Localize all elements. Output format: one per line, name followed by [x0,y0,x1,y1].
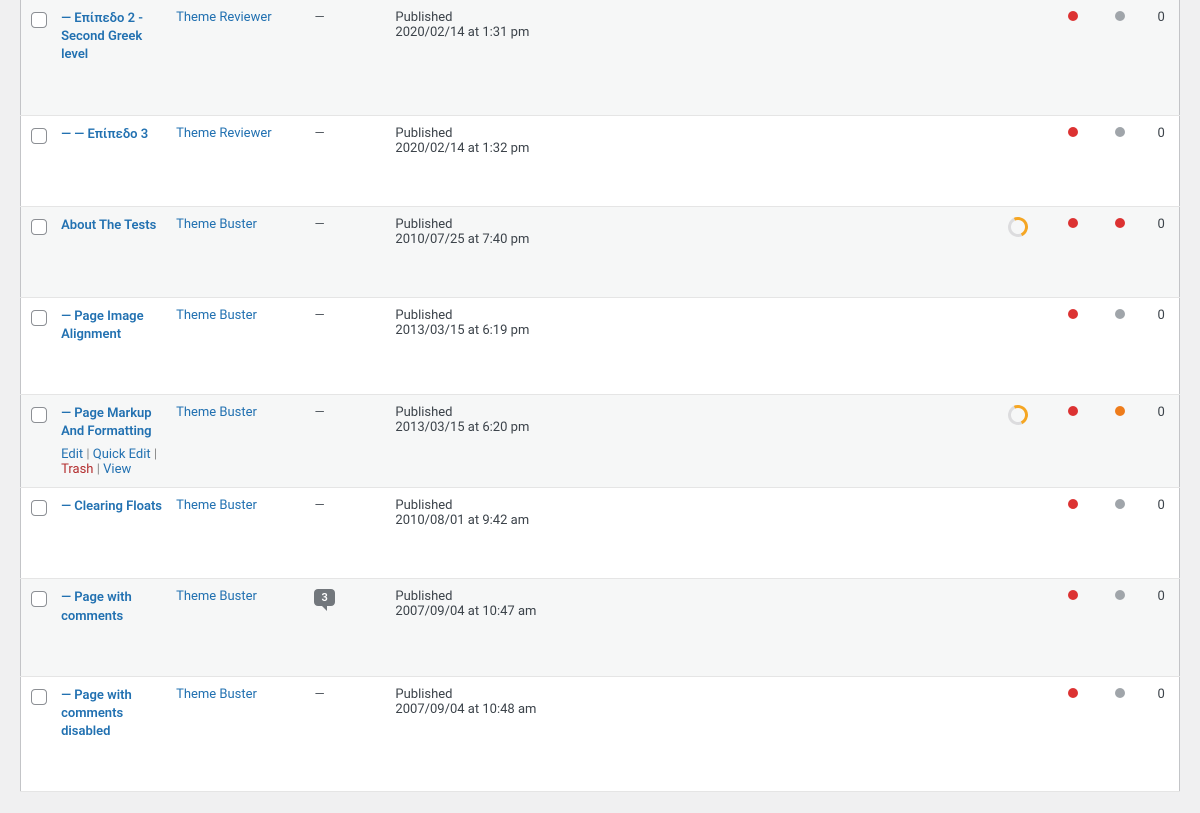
row-checkbox[interactable] [31,500,47,516]
author-link[interactable]: Theme Buster [176,405,257,420]
comments-none: — [314,126,324,141]
page-title-link[interactable]: About The Tests [61,217,156,235]
seo-indicator-icon [1068,11,1078,21]
author-link[interactable]: Theme Buster [176,498,257,513]
row-checkbox[interactable] [31,591,47,607]
page-title-link[interactable]: — Page with comments disabled [61,687,164,742]
links-count: 0 [1157,589,1164,604]
author-link[interactable]: Theme Reviewer [176,126,272,141]
seo-indicator-icon [1068,688,1078,698]
post-date: 2010/07/25 at 7:40 pm [395,232,979,247]
view-link[interactable]: View [103,462,131,477]
links-count: 0 [1157,217,1164,232]
seo-score-ring-icon [1005,214,1031,240]
links-count: 0 [1157,405,1164,420]
page-title-link[interactable]: — — Επίπεδο 3 [61,126,148,144]
post-status: Published [395,217,979,232]
comments-none: — [314,217,324,232]
row-checkbox[interactable] [31,219,47,235]
author-link[interactable]: Theme Buster [176,217,257,232]
page-title-link[interactable]: — Page Image Alignment [61,308,164,344]
post-date: 2007/09/04 at 10:48 am [395,702,979,717]
comments-none: — [314,498,324,513]
row-checkbox[interactable] [31,689,47,705]
trash-link[interactable]: Trash [61,462,93,477]
author-link[interactable]: Theme Buster [176,589,257,604]
comment-count-bubble[interactable]: 3 [314,589,334,606]
readability-indicator-icon [1115,309,1125,319]
page-title-link[interactable]: — Clearing Floats [61,498,162,516]
row-checkbox[interactable] [31,128,47,144]
table-row: — Page Image Alignment Theme Buster — Publi… [21,297,1180,394]
post-date: 2013/03/15 at 6:19 pm [395,323,979,338]
table-row: — Page Markup And Formatting Edit | Quick… [21,394,1180,487]
row-actions: Edit | Quick Edit | Trash | View [61,447,164,477]
links-count: 0 [1157,687,1164,702]
table-row: — Page with comments disabled Theme Buste… [21,676,1180,792]
seo-indicator-icon [1068,309,1078,319]
author-link[interactable]: Theme Buster [176,308,257,323]
pages-table: — Επίπεδο 2 - Second Greek level Theme Re… [20,0,1180,792]
readability-indicator-icon [1115,127,1125,137]
readability-indicator-icon [1115,590,1125,600]
author-link[interactable]: Theme Buster [176,687,257,702]
post-date: 2013/03/15 at 6:20 pm [395,420,979,435]
readability-indicator-icon [1115,406,1125,416]
post-date: 2020/02/14 at 1:31 pm [395,25,979,40]
seo-score-ring-icon [1005,402,1031,428]
post-date: 2007/09/04 at 10:47 am [395,604,979,619]
post-status: Published [395,126,979,141]
links-count: 0 [1157,498,1164,513]
table-row: — Clearing Floats Theme Buster — Published2… [21,488,1180,579]
table-row: — Page with comments Theme Buster 3 Publish… [21,579,1180,676]
post-status: Published [395,308,979,323]
row-checkbox[interactable] [31,12,47,28]
readability-indicator-icon [1115,688,1125,698]
row-checkbox[interactable] [31,310,47,326]
seo-indicator-icon [1068,127,1078,137]
page-title-link[interactable]: — Επίπεδο 2 - Second Greek level [61,10,164,65]
readability-indicator-icon [1115,499,1125,509]
row-checkbox[interactable] [31,407,47,423]
post-date: 2010/08/01 at 9:42 am [395,513,979,528]
page-title-link[interactable]: — Page with comments [61,589,164,625]
comments-none: — [314,687,324,702]
links-count: 0 [1157,10,1164,25]
seo-indicator-icon [1068,499,1078,509]
post-status: Published [395,405,979,420]
post-status: Published [395,589,979,604]
edit-link[interactable]: Edit [61,447,83,462]
links-count: 0 [1157,308,1164,323]
comments-none: — [314,10,324,25]
post-status: Published [395,498,979,513]
seo-indicator-icon [1068,590,1078,600]
comments-none: — [314,308,324,323]
comments-none: — [314,405,324,420]
table-row: — Επίπεδο 2 - Second Greek level Theme Re… [21,0,1180,115]
post-date: 2020/02/14 at 1:32 pm [395,141,979,156]
seo-indicator-icon [1068,406,1078,416]
post-status: Published [395,10,979,25]
table-row: About The Tests Theme Buster — Published201… [21,206,1180,297]
links-count: 0 [1157,126,1164,141]
readability-indicator-icon [1115,218,1125,228]
seo-indicator-icon [1068,218,1078,228]
page-title-link[interactable]: — Page Markup And Formatting [61,405,164,441]
author-link[interactable]: Theme Reviewer [176,10,272,25]
post-status: Published [395,687,979,702]
readability-indicator-icon [1115,11,1125,21]
table-row: — — Επίπεδο 3 Theme Reviewer — Published202… [21,115,1180,206]
quick-edit-link[interactable]: Quick Edit [93,447,151,462]
